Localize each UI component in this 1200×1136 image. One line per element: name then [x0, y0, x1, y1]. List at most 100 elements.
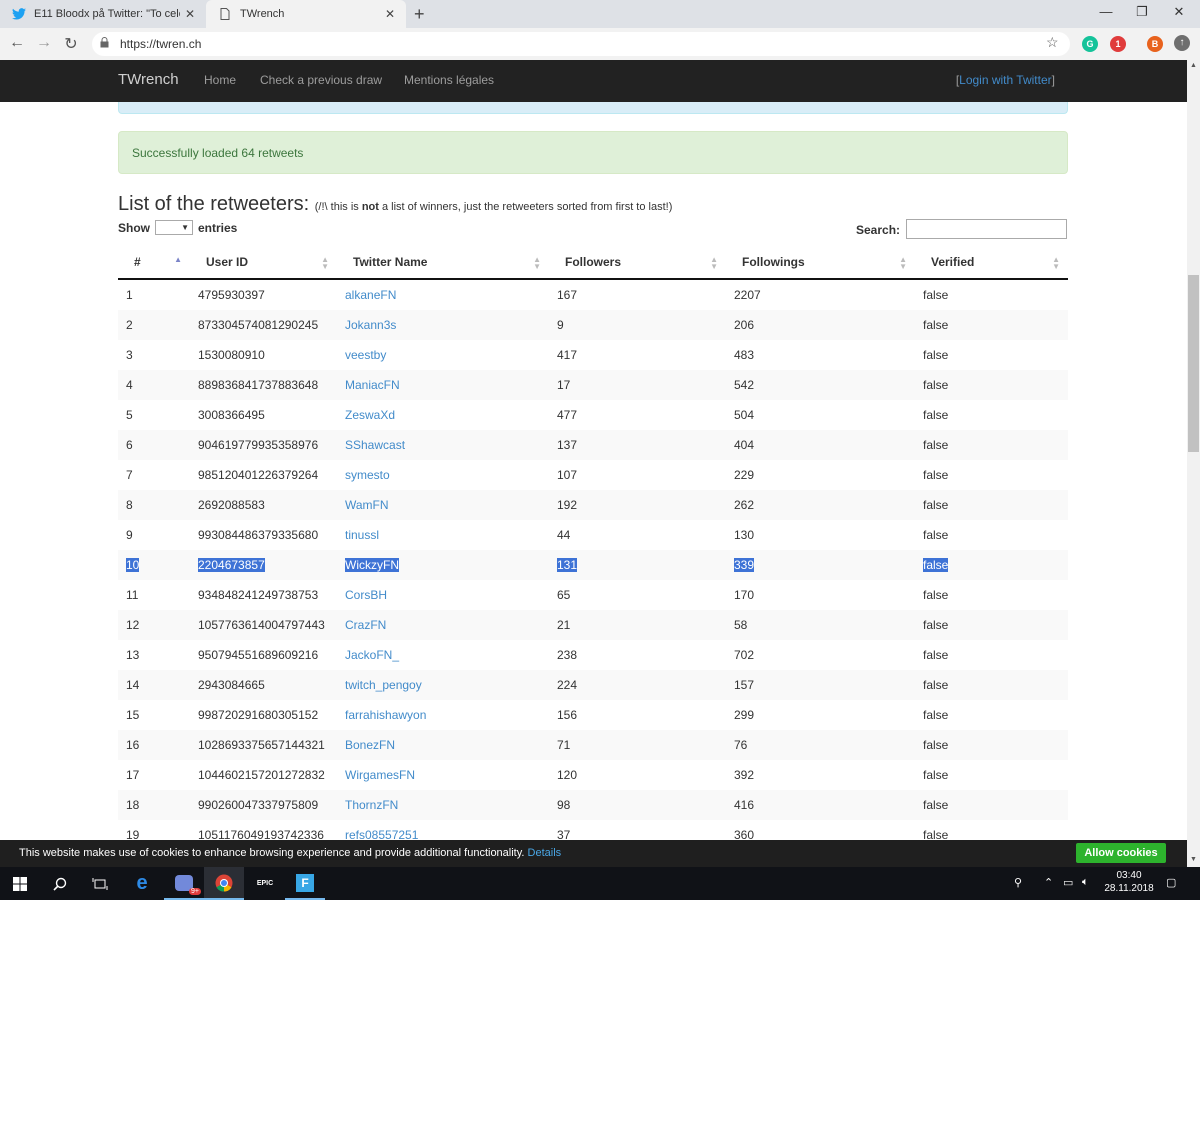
profile-avatar[interactable]: B — [1147, 36, 1163, 52]
twitter-profile-link[interactable]: WamFN — [345, 498, 389, 512]
header-twitter-name[interactable]: Twitter Name ▲ ▼ — [337, 246, 549, 280]
twitter-profile-link[interactable]: twitch_pengoy — [345, 678, 422, 692]
forward-icon[interactable]: → — [33, 34, 55, 52]
search-input[interactable] — [906, 219, 1067, 239]
cell-twitter-name[interactable]: WamFN — [337, 490, 549, 520]
twitter-profile-link[interactable]: Jokann3s — [345, 318, 396, 332]
cell-followers: 167 — [549, 279, 726, 310]
nav-home[interactable]: Home — [204, 73, 236, 87]
header-user-id[interactable]: User ID ▲ ▼ — [190, 246, 337, 280]
header-followings[interactable]: Followings ▲ ▼ — [726, 246, 915, 280]
cell-text: ThornzFN — [345, 798, 399, 812]
new-tab-icon[interactable]: + — [414, 4, 425, 25]
cell-twitter-name[interactable]: veestby — [337, 340, 549, 370]
browser-tab-twrench[interactable]: TWrench ✕ — [206, 0, 406, 28]
twitter-profile-link[interactable]: WirgamesFN — [345, 768, 415, 782]
nav-check-previous-draw[interactable]: Check a previous draw — [260, 73, 382, 87]
table-row: 5 3008366495 ZeswaXd 477 504 false — [118, 400, 1068, 430]
twitter-profile-link[interactable]: ZeswaXd — [345, 408, 395, 422]
nav-mentions-legales[interactable]: Mentions légales — [404, 73, 494, 87]
people-icon[interactable]: ⚲ — [1014, 876, 1022, 889]
header-number[interactable]: # ▲ — [118, 246, 190, 280]
edge-icon[interactable]: e — [122, 867, 162, 900]
twitter-profile-link[interactable]: SShawcast — [345, 438, 405, 452]
twitter-profile-link[interactable]: tinussl — [345, 528, 379, 542]
cell-twitter-name[interactable]: ThornzFN — [337, 790, 549, 820]
twitter-profile-link[interactable]: farrahishawyon — [345, 708, 426, 722]
cell-verified: false — [915, 279, 1068, 310]
grammarly-icon[interactable]: G — [1082, 36, 1098, 52]
login-link-text[interactable]: Login with Twitter — [959, 73, 1052, 87]
twitter-profile-link[interactable]: ManiacFN — [345, 378, 400, 392]
cell-twitter-name[interactable]: WickzyFN — [337, 550, 549, 580]
restore-icon[interactable]: ❐ — [1127, 4, 1157, 20]
entries-select[interactable]: ▼ — [155, 220, 193, 235]
cell-twitter-name[interactable]: SShawcast — [337, 430, 549, 460]
cell-twitter-name[interactable]: tinussl — [337, 520, 549, 550]
header-label: User ID — [206, 255, 249, 269]
twitter-profile-link[interactable]: veestby — [345, 348, 386, 362]
notifications-icon[interactable]: ▢ — [1166, 876, 1176, 889]
address-bar[interactable]: https://twren.ch — [92, 32, 1070, 56]
network-icon[interactable]: ▭ — [1063, 876, 1073, 889]
twitter-profile-link[interactable]: CrazFN — [345, 618, 386, 632]
extension-icon[interactable]: 1 — [1110, 36, 1126, 52]
cell-text: 17 — [557, 378, 571, 392]
cell-twitter-name[interactable]: ManiacFN — [337, 370, 549, 400]
reload-icon[interactable]: ↻ — [60, 34, 82, 54]
cell-twitter-name[interactable]: alkaneFN — [337, 279, 549, 310]
taskbar-clock[interactable]: 03:40 28.11.2018 — [1100, 869, 1158, 895]
header-followers[interactable]: Followers ▲ ▼ — [549, 246, 726, 280]
scroll-down-icon[interactable]: ▼ — [1187, 856, 1200, 863]
allow-cookies-button[interactable]: Allow cookies — [1076, 843, 1166, 863]
search-icon[interactable] — [40, 867, 80, 900]
browser-tab-twitter[interactable]: E11 Bloodx på Twitter: "To celebr ✕ — [0, 0, 206, 28]
windows-start-icon[interactable] — [0, 867, 40, 900]
twitter-profile-link[interactable]: symesto — [345, 468, 390, 482]
login-with-twitter-link[interactable]: [Login with Twitter] — [956, 73, 1055, 87]
twitter-profile-link[interactable]: alkaneFN — [345, 288, 396, 302]
back-icon[interactable]: ← — [6, 34, 28, 52]
header-verified[interactable]: Verified ▲ ▼ — [915, 246, 1068, 280]
cell-text: CrazFN — [345, 618, 387, 632]
cell-twitter-name[interactable]: symesto — [337, 460, 549, 490]
update-icon[interactable]: ↑ — [1174, 35, 1190, 51]
twitter-profile-link[interactable]: ThornzFN — [345, 798, 398, 812]
cell-verified: false — [915, 400, 1068, 430]
window-close-icon[interactable]: ✕ — [1164, 4, 1194, 20]
cookie-details-link[interactable]: Details — [528, 847, 562, 859]
close-icon[interactable]: ✕ — [180, 7, 200, 21]
cell-twitter-name[interactable]: CorsBH — [337, 580, 549, 610]
page-scrollbar[interactable] — [1187, 60, 1200, 867]
cell-twitter-name[interactable]: farrahishawyon — [337, 700, 549, 730]
scroll-up-icon[interactable]: ▲ — [1187, 62, 1200, 69]
cell-twitter-name[interactable]: Jokann3s — [337, 310, 549, 340]
chevron-up-icon[interactable]: ⌃ — [1044, 876, 1053, 889]
fortnite-icon[interactable]: F — [285, 867, 325, 900]
cell-twitter-name[interactable]: BonezFN — [337, 730, 549, 760]
star-icon[interactable]: ☆ — [1046, 34, 1059, 51]
cell-text: 18 — [126, 798, 140, 812]
volume-icon[interactable]: 🔈︎ — [1082, 876, 1089, 889]
cell-text: SShawcast — [345, 438, 406, 452]
scrollbar-thumb[interactable] — [1188, 275, 1199, 452]
epic-games-icon[interactable]: EPIC — [245, 867, 285, 900]
discord-icon[interactable]: 9+ — [164, 867, 204, 900]
twitter-profile-link[interactable]: BonezFN — [345, 738, 395, 752]
cell-user-id: 1028693375657144321 — [190, 730, 337, 760]
cell-twitter-name[interactable]: JackoFN_ — [337, 640, 549, 670]
minimize-icon[interactable]: — — [1091, 4, 1121, 19]
site-brand[interactable]: TWrench — [118, 71, 179, 88]
chrome-icon[interactable] — [204, 867, 244, 900]
twitter-profile-link[interactable]: JackoFN_ — [345, 648, 399, 662]
cell-twitter-name[interactable]: twitch_pengoy — [337, 670, 549, 700]
twitter-profile-link[interactable]: CorsBH — [345, 588, 387, 602]
cell-twitter-name[interactable]: ZeswaXd — [337, 400, 549, 430]
twitter-profile-link[interactable]: WickzyFN — [345, 558, 399, 572]
cell-twitter-name[interactable]: CrazFN — [337, 610, 549, 640]
cell-user-id: 4795930397 — [190, 279, 337, 310]
close-icon[interactable]: ✕ — [380, 7, 400, 21]
cell-twitter-name[interactable]: WirgamesFN — [337, 760, 549, 790]
task-view-icon[interactable] — [80, 867, 120, 900]
cell-number: 7 — [118, 460, 190, 490]
